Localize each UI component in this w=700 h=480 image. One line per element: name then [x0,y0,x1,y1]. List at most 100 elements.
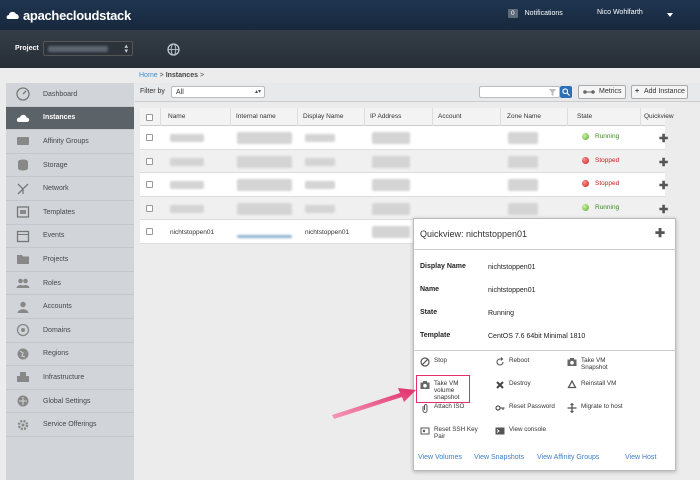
sidebar-item-accounts[interactable]: Accounts [6,295,134,319]
view-snapshots-link[interactable]: View Snapshots [474,454,524,461]
quickview-plus-icon[interactable]: ✚ [659,132,668,145]
attach-iso-action[interactable]: Attach ISO [420,403,478,413]
stop-action[interactable]: Stop [420,357,478,367]
divider [414,249,677,250]
view-host-link[interactable]: View Host [625,454,656,461]
app-logo[interactable]: apachecloudstack [6,5,131,25]
table-row[interactable]: Stopped ✚ [140,173,668,197]
breadcrumb-home[interactable]: Home [139,72,158,79]
quickview-plus-icon[interactable]: ✚ [659,203,668,216]
metrics-button[interactable]: Metrics [578,85,626,99]
globe-icon[interactable] [167,43,180,56]
annotation-arrow-icon [332,388,416,419]
sidebar-item-domains[interactable]: Domains [6,319,134,343]
redacted-cell [237,202,292,215]
sidebar-item-label: Regions [43,350,69,358]
quickview-plus-icon[interactable]: ✚ [655,226,665,240]
column-header-account[interactable]: Account [438,113,462,120]
sidebar-item-storage[interactable]: Storage [6,154,134,178]
add-instance-button[interactable]: + Add Instance [631,85,688,99]
field-value: nichtstoppen01 [488,287,536,294]
table-row[interactable]: Running ✚ [140,196,668,220]
reset-ssh-key-pair-action[interactable]: Reset SSH Key Pair [420,426,482,440]
affinity-icon [17,137,29,146]
redacted-cell [508,132,538,144]
quickview-panel: Quickview: nichtstoppen01 ✚ Display Name… [413,218,677,471]
action-label: Reinstall VM [581,380,617,387]
add-instance-label: Add Instance [644,88,685,95]
row-checkbox[interactable] [146,134,153,141]
sidebar-item-network[interactable]: Network [6,177,134,201]
column-header-ip-address[interactable]: IP Address [370,113,401,120]
redacted-cell [170,204,204,213]
row-checkbox[interactable] [146,157,153,165]
metrics-label: Metrics [599,88,622,95]
take-vm-snapshot-action[interactable]: Take VM Snapshot [567,357,615,371]
sidebar-item-roles[interactable]: Roles [6,272,134,296]
sidebar-item-instances[interactable]: Instances [6,106,134,131]
domains-icon [16,324,30,337]
view-affinity-groups-link[interactable]: View Affinity Groups [537,454,599,461]
sidebar-item-label: Projects [43,255,69,263]
sidebar-item-service-offerings[interactable]: Service Offerings [6,413,134,437]
sidebar-item-infrastructure[interactable]: Infrastructure [6,366,134,390]
select-all-checkbox[interactable] [146,114,153,121]
column-divider [230,108,231,126]
sidebar-item-projects[interactable]: Projects [6,248,134,272]
status-running-icon [582,133,589,140]
action-label: Take VM Snapshot [581,357,608,371]
roles-icon [16,278,30,289]
sidebar-item-label: Roles [43,279,61,287]
table-row[interactable]: Stopped ✚ [140,149,668,173]
sidebar-item-dashboard[interactable]: Dashboard [6,83,134,107]
notifications-button[interactable]: 0 Notifications [508,9,563,18]
row-checkbox[interactable] [146,204,153,212]
sidebar-item-affinity-groups[interactable]: Affinity Groups [6,130,134,154]
action-label: Reboot [509,357,530,364]
reset-password-action[interactable]: Reset Password [495,403,559,413]
view-volumes-link[interactable]: View Volumes [418,454,462,461]
sidebar-item-templates[interactable]: Templates [6,201,134,225]
action-label: View console [509,426,546,433]
name-cell: nichtstoppen01 [170,229,215,236]
column-header-name[interactable]: Name [168,113,185,120]
redacted-cell [237,235,292,238]
sidebar-item-global-settings[interactable]: Global Settings [6,390,134,414]
sidebar-item-regions[interactable]: Regions [6,343,134,367]
camera-icon [567,358,577,366]
cloud-icon [16,114,30,122]
breadcrumb-current[interactable]: Instances [166,72,198,79]
action-label: Reset SSH Key Pair [434,426,478,440]
column-divider [364,108,365,126]
state-text: Running [595,133,620,140]
filter-funnel-icon [549,89,556,96]
action-label: Attach ISO [434,403,465,410]
reboot-action[interactable]: Reboot [495,357,553,367]
row-checkbox[interactable] [146,228,153,235]
column-header-zone-name[interactable]: Zone Name [507,113,541,120]
quickview-plus-icon[interactable]: ✚ [659,179,668,192]
project-select[interactable]: ▴ ▾ [43,41,133,56]
search-icon [562,88,570,96]
search-input[interactable] [479,86,560,98]
reinstall-vm-action[interactable]: Reinstall VM [567,380,625,390]
migrate-to-host-action[interactable]: Migrate to host [567,403,631,413]
row-checkbox[interactable] [146,181,153,188]
search-button[interactable] [560,86,572,98]
user-menu[interactable]: Nico Wohlfarth [597,9,643,16]
sidebar-item-events[interactable]: Events [6,225,134,249]
table-header: Name Internal name Display Name IP Addre… [140,108,674,126]
column-header-state[interactable]: State [577,113,592,120]
redacted-cell [372,226,410,238]
field-label: Display Name [420,263,466,270]
destroy-action[interactable]: Destroy [495,380,553,390]
quickview-plus-icon[interactable]: ✚ [659,156,668,169]
view-console-action[interactable]: View console [495,426,559,436]
network-icon [17,183,29,195]
column-header-internal-name[interactable]: Internal name [236,113,276,120]
project-value-redacted [48,46,108,52]
filter-select[interactable]: All ▴▾ [171,86,265,98]
table-row[interactable]: Running ✚ [140,126,668,150]
column-header-display-name[interactable]: Display Name [303,113,343,120]
chevron-down-icon[interactable] [667,13,673,17]
